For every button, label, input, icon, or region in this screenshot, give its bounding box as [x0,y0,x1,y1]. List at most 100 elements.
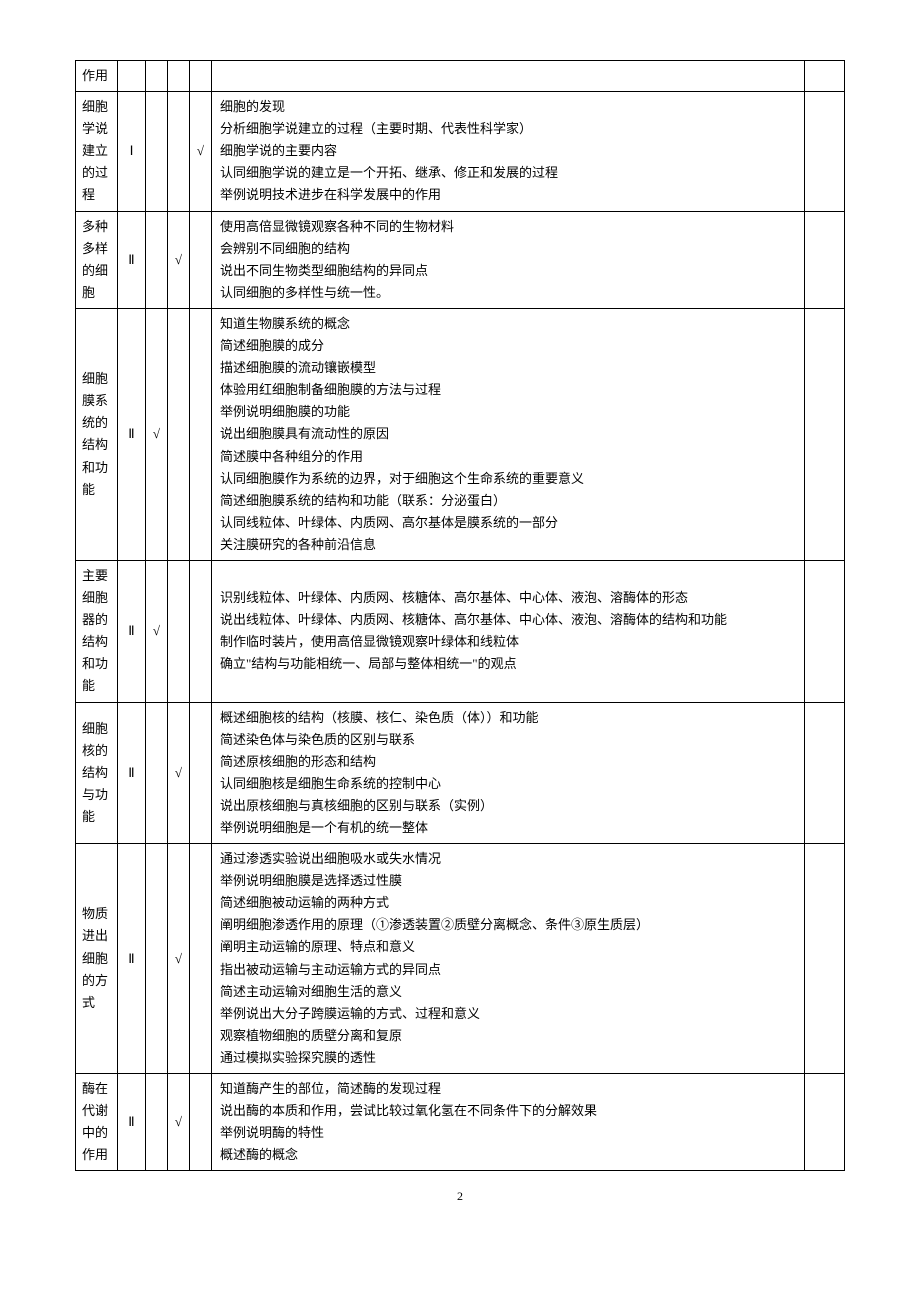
content-line: 概述酶的概念 [220,1144,796,1166]
content-line: 举例说明细胞膜的功能 [220,401,796,423]
level-cell: Ⅱ [118,844,146,1074]
content-cell: 概述细胞核的结构（核膜、核仁、染色质（体））和功能简述染色体与染色质的区别与联系… [212,702,805,844]
level-cell [118,61,146,92]
empty-cell [805,702,845,844]
content-line: 确立"结构与功能相统一、局部与整体相统一"的观点 [220,653,796,675]
empty-cell [805,61,845,92]
empty-cell [805,1074,845,1171]
content-line: 识别线粒体、叶绿体、内质网、核糖体、高尔基体、中心体、液泡、溶酶体的形态 [220,587,796,609]
table-row: 细胞膜系统的结构和功能Ⅱ√知道生物膜系统的概念简述细胞膜的成分描述细胞膜的流动镶… [76,308,845,560]
content-cell: 知道酶产生的部位，简述酶的发现过程说出酶的本质和作用，尝试比较过氧化氢在不同条件… [212,1074,805,1171]
content-line: 说出酶的本质和作用，尝试比较过氧化氢在不同条件下的分解效果 [220,1100,796,1122]
check-cell-1 [168,308,190,560]
content-line: 举例说明细胞膜是选择透过性膜 [220,870,796,892]
content-line: 认同细胞学说的建立是一个开拓、继承、修正和发展的过程 [220,162,796,184]
level-cell: Ⅰ [118,92,146,211]
content-line: 通过模拟实验探究膜的透性 [220,1047,796,1069]
check-cell-2 [190,61,212,92]
content-line: 举例说明技术进步在科学发展中的作用 [220,184,796,206]
content-line: 说出原核细胞与真核细胞的区别与联系（实例） [220,795,796,817]
content-line: 通过渗透实验说出细胞吸水或失水情况 [220,848,796,870]
level-cell: Ⅱ [118,702,146,844]
check-cell-2 [190,560,212,702]
content-line: 简述膜中各种组分的作用 [220,446,796,468]
check-cell-1: √ [168,1074,190,1171]
check-cell-1: √ [168,844,190,1074]
check-cell-0 [146,92,168,211]
check-cell-1 [168,61,190,92]
check-cell-0: √ [146,560,168,702]
content-line: 简述染色体与染色质的区别与联系 [220,729,796,751]
content-line: 举例说明酶的特性 [220,1122,796,1144]
topic-cell: 酶在代谢中的作用 [76,1074,118,1171]
check-cell-2 [190,1074,212,1171]
topic-cell: 细胞学说建立的过程 [76,92,118,211]
empty-cell [805,92,845,211]
table-row: 作用 [76,61,845,92]
check-cell-0 [146,211,168,308]
content-line: 举例说出大分子跨膜运输的方式、过程和意义 [220,1003,796,1025]
check-cell-0: √ [146,308,168,560]
check-cell-1: √ [168,211,190,308]
check-cell-2 [190,702,212,844]
check-cell-0 [146,702,168,844]
content-line: 认同细胞核是细胞生命系统的控制中心 [220,773,796,795]
content-line: 简述细胞被动运输的两种方式 [220,892,796,914]
content-line: 举例说明细胞是一个有机的统一整体 [220,817,796,839]
check-cell-1 [168,560,190,702]
content-line: 知道酶产生的部位，简述酶的发现过程 [220,1078,796,1100]
content-line: 观察植物细胞的质壁分离和复原 [220,1025,796,1047]
content-line: 制作临时装片，使用高倍显微镜观察叶绿体和线粒体 [220,631,796,653]
content-line: 关注膜研究的各种前沿信息 [220,534,796,556]
content-line: 认同细胞膜作为系统的边界，对于细胞这个生命系统的重要意义 [220,468,796,490]
empty-cell [805,211,845,308]
table-row: 主要细胞器的结构和功能Ⅱ√ 识别线粒体、叶绿体、内质网、核糖体、高尔基体、中心体、… [76,560,845,702]
content-line: 知道生物膜系统的概念 [220,313,796,335]
check-cell-2: √ [190,92,212,211]
topic-cell: 多种多样的细胞 [76,211,118,308]
empty-cell [805,844,845,1074]
empty-cell [805,308,845,560]
check-cell-1: √ [168,702,190,844]
topic-cell: 细胞膜系统的结构和功能 [76,308,118,560]
check-cell-0 [146,1074,168,1171]
check-cell-1 [168,92,190,211]
content-line: 简述主动运输对细胞生活的意义 [220,981,796,1003]
content-line: 说出不同生物类型细胞结构的异同点 [220,260,796,282]
content-line: 说出细胞膜具有流动性的原因 [220,423,796,445]
content-cell: 识别线粒体、叶绿体、内质网、核糖体、高尔基体、中心体、液泡、溶酶体的形态说出线粒… [212,560,805,702]
check-cell-0 [146,61,168,92]
table-row: 物质进出细胞的方式Ⅱ√通过渗透实验说出细胞吸水或失水情况举例说明细胞膜是选择透过… [76,844,845,1074]
table-row: 酶在代谢中的作用Ⅱ√知道酶产生的部位，简述酶的发现过程说出酶的本质和作用，尝试比… [76,1074,845,1171]
table-row: 细胞核的结构与功能Ⅱ√概述细胞核的结构（核膜、核仁、染色质（体））和功能简述染色… [76,702,845,844]
content-line: 简述原核细胞的形态和结构 [220,751,796,773]
content-line: 简述细胞膜系统的结构和功能（联系：分泌蛋白） [220,490,796,512]
content-line: 概述细胞核的结构（核膜、核仁、染色质（体））和功能 [220,707,796,729]
content-line: 使用高倍显微镜观察各种不同的生物材料 [220,216,796,238]
content-line: 阐明细胞渗透作用的原理（①渗透装置②质壁分离概念、条件③原生质层） [220,914,796,936]
level-cell: Ⅱ [118,1074,146,1171]
topic-cell: 作用 [76,61,118,92]
content-cell: 细胞的发现分析细胞学说建立的过程（主要时期、代表性科学家）细胞学说的主要内容认同… [212,92,805,211]
level-cell: Ⅱ [118,308,146,560]
content-line: 指出被动运输与主动运输方式的异同点 [220,959,796,981]
table-row: 多种多样的细胞Ⅱ√使用高倍显微镜观察各种不同的生物材料会辨别不同细胞的结构说出不… [76,211,845,308]
content-line: 细胞学说的主要内容 [220,140,796,162]
curriculum-table: 作用细胞学说建立的过程Ⅰ√细胞的发现分析细胞学说建立的过程（主要时期、代表性科学… [75,60,845,1171]
level-cell: Ⅱ [118,560,146,702]
level-cell: Ⅱ [118,211,146,308]
content-line: 阐明主动运输的原理、特点和意义 [220,936,796,958]
content-cell: 通过渗透实验说出细胞吸水或失水情况举例说明细胞膜是选择透过性膜简述细胞被动运输的… [212,844,805,1074]
content-line: 细胞的发现 [220,96,796,118]
content-cell: 知道生物膜系统的概念简述细胞膜的成分描述细胞膜的流动镶嵌模型体验用红细胞制备细胞… [212,308,805,560]
content-line: 简述细胞膜的成分 [220,335,796,357]
check-cell-2 [190,308,212,560]
empty-cell [805,560,845,702]
topic-cell: 细胞核的结构与功能 [76,702,118,844]
content-line: 认同线粒体、叶绿体、内质网、高尔基体是膜系统的一部分 [220,512,796,534]
content-line: 体验用红细胞制备细胞膜的方法与过程 [220,379,796,401]
topic-cell: 主要细胞器的结构和功能 [76,560,118,702]
content-line: 描述细胞膜的流动镶嵌模型 [220,357,796,379]
content-line: 分析细胞学说建立的过程（主要时期、代表性科学家） [220,118,796,140]
content-line: 说出线粒体、叶绿体、内质网、核糖体、高尔基体、中心体、液泡、溶酶体的结构和功能 [220,609,796,631]
